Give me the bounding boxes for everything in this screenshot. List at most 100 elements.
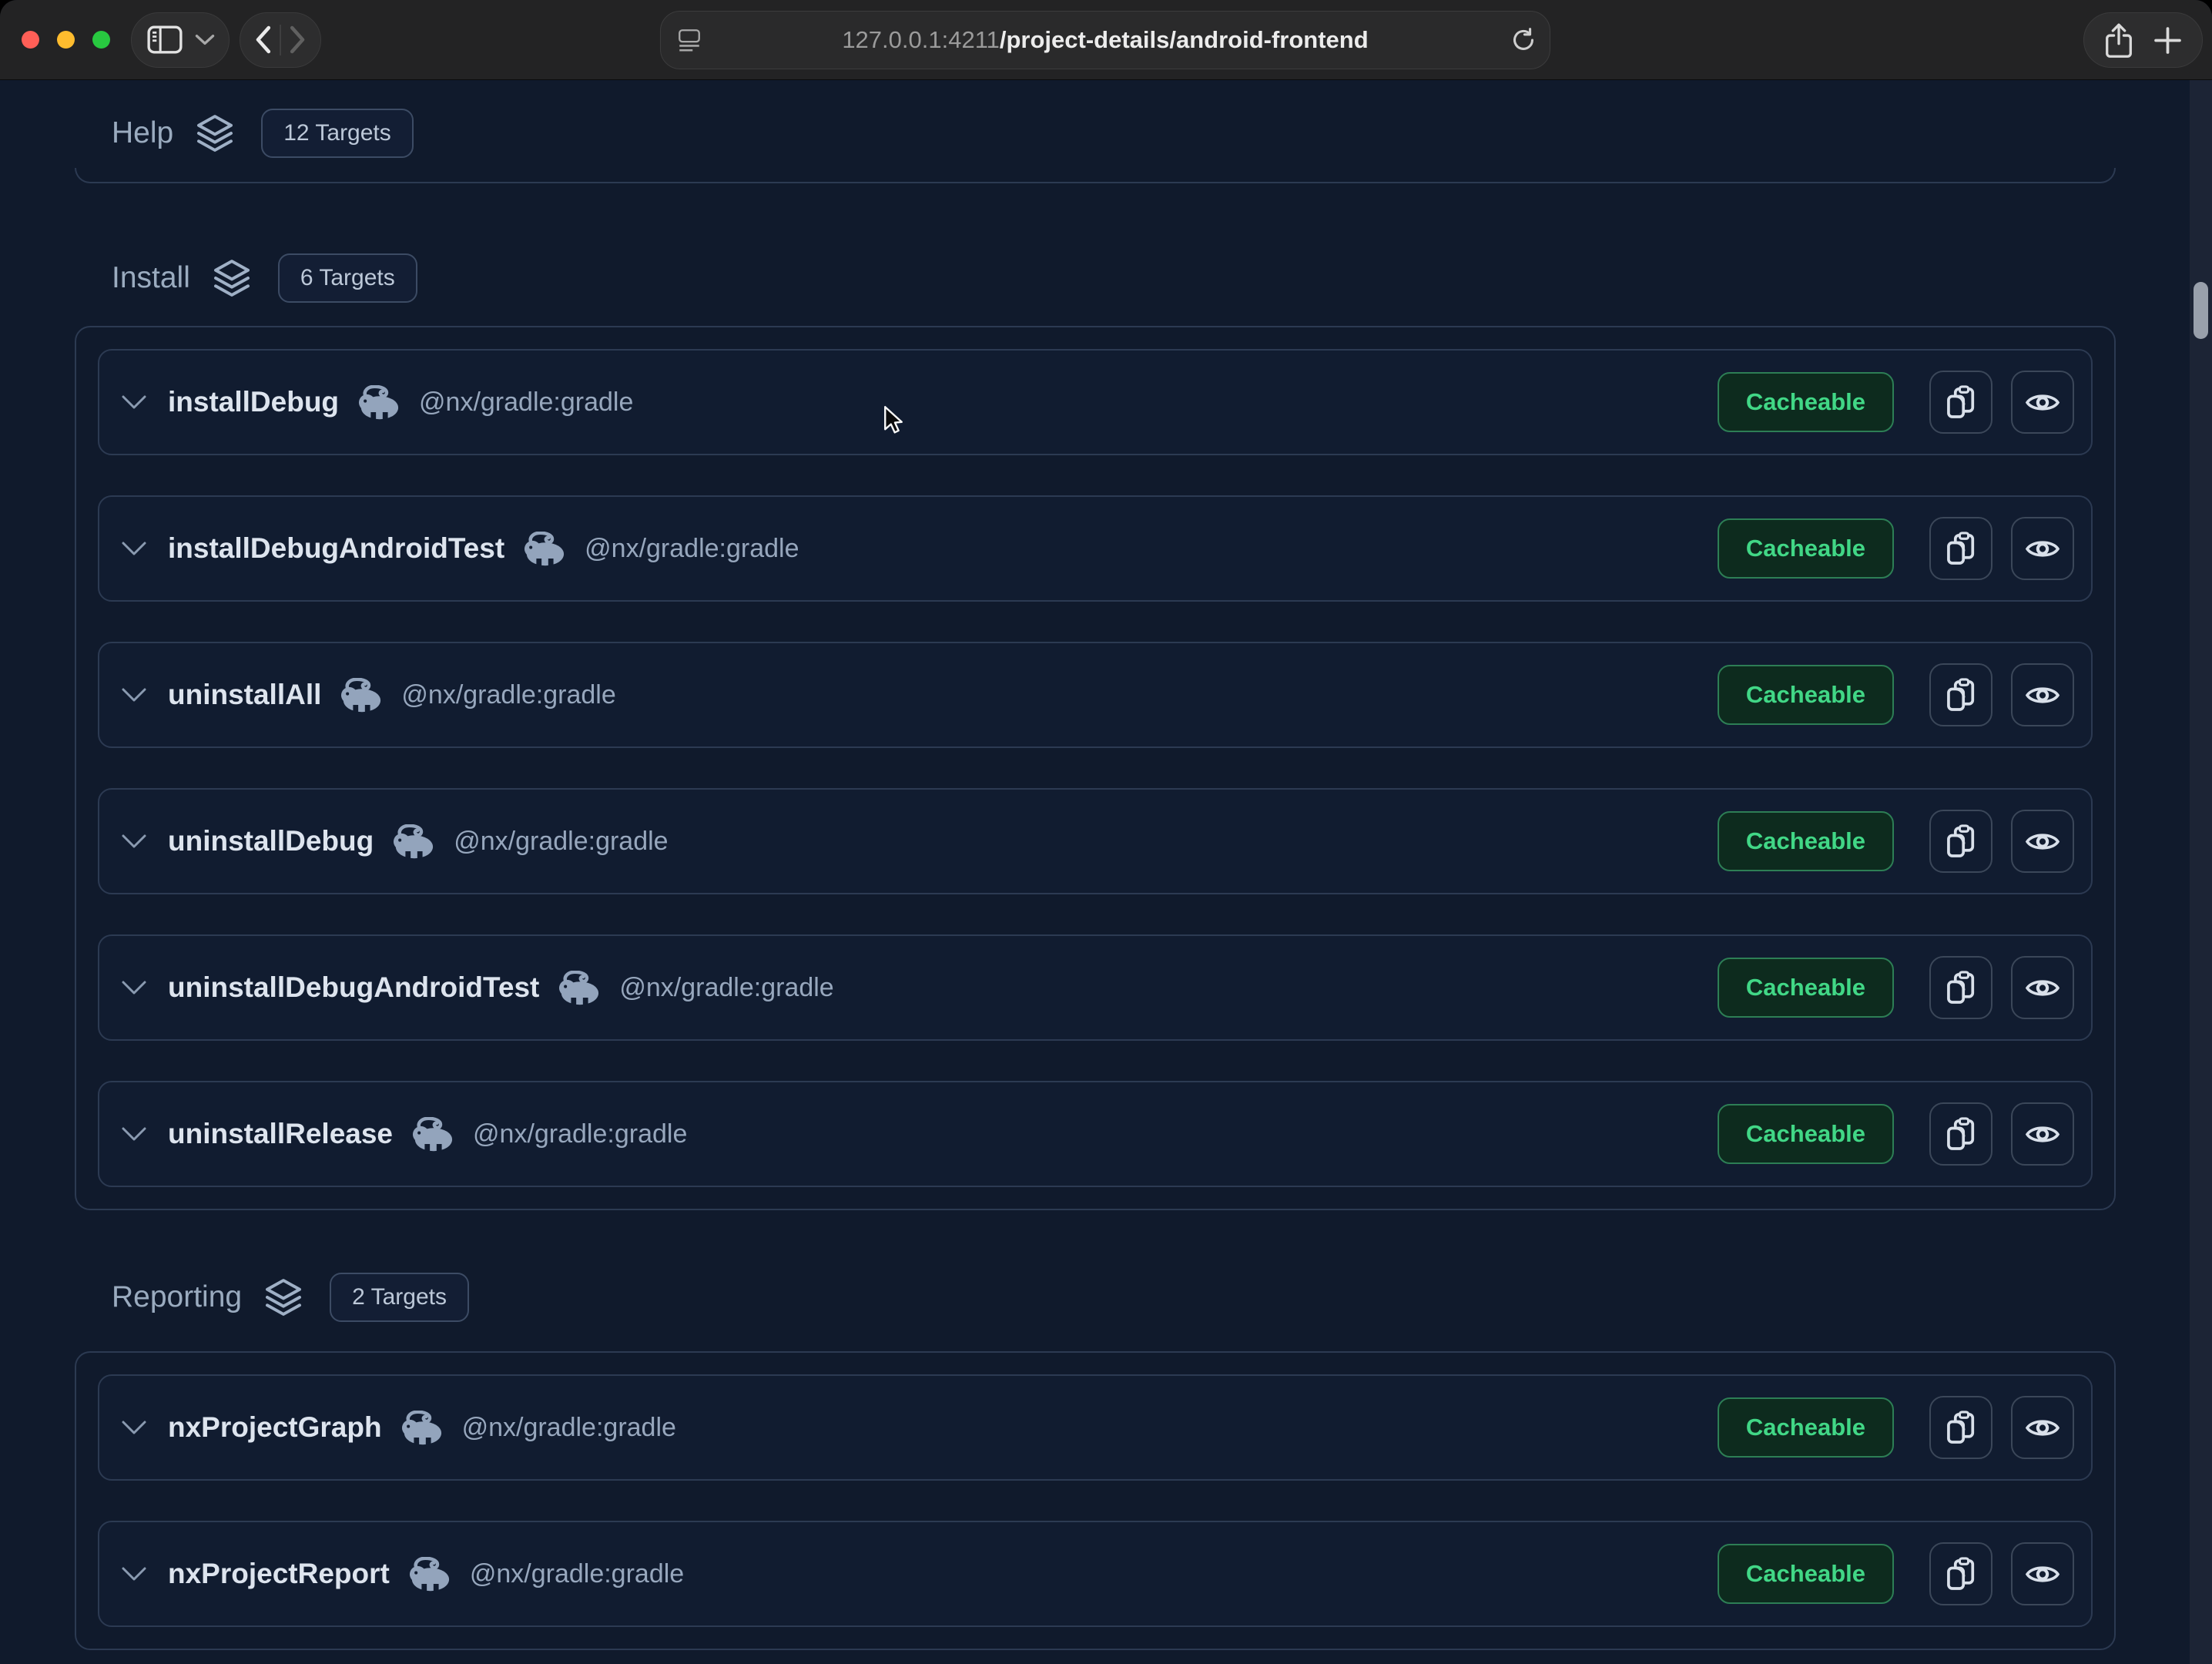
- forward-button[interactable]: [289, 25, 307, 55]
- share-icon: [2103, 22, 2134, 59]
- section-header-help: Help 12 Targets: [75, 109, 2116, 157]
- browser-window: 127.0.0.1:4211/project-details/android-f…: [0, 0, 2212, 1664]
- cacheable-badge: Cacheable: [1718, 518, 1894, 579]
- copy-task-button[interactable]: [1929, 1396, 1992, 1459]
- view-task-button[interactable]: [2011, 956, 2074, 1019]
- view-task-button[interactable]: [2011, 371, 2074, 434]
- chevron-down-icon[interactable]: [121, 980, 147, 995]
- target-row[interactable]: uninstallDebugAndroidTest @nx/gradle:gra…: [98, 934, 2093, 1041]
- target-row[interactable]: uninstallRelease @nx/gradle:gradle Cache…: [98, 1081, 2093, 1187]
- cacheable-badge: Cacheable: [1718, 958, 1894, 1018]
- chevron-down-icon[interactable]: [121, 541, 147, 556]
- reload-button[interactable]: [1510, 26, 1537, 54]
- clipboard-copy-icon: [1945, 1117, 1977, 1152]
- clipboard-copy-icon: [1945, 532, 1977, 566]
- eye-icon: [2025, 976, 2060, 1000]
- targets-group-reporting: nxProjectGraph @nx/gradle:gradle Cacheab…: [75, 1351, 2116, 1650]
- target-row[interactable]: installDebugAndroidTest @nx/gradle:gradl…: [98, 495, 2093, 602]
- clipboard-copy-icon: [1945, 1411, 1977, 1445]
- clipboard-copy-icon: [1945, 1557, 1977, 1592]
- targets-count-badge: 6 Targets: [278, 253, 417, 303]
- chevron-right-icon: [289, 25, 307, 55]
- target-name: uninstallAll: [168, 679, 321, 711]
- targets-count-badge: 12 Targets: [261, 109, 414, 158]
- target-row[interactable]: uninstallDebug @nx/gradle:gradle Cacheab…: [98, 788, 2093, 894]
- target-plugin: @nx/gradle:gradle: [470, 1559, 684, 1589]
- copy-task-button[interactable]: [1929, 1542, 1992, 1605]
- new-tab-button[interactable]: [2153, 25, 2183, 55]
- target-name: uninstallRelease: [168, 1118, 393, 1150]
- chevron-left-icon: [254, 25, 272, 55]
- zoom-window-button[interactable]: [92, 31, 110, 49]
- reload-icon: [1510, 26, 1537, 54]
- copy-task-button[interactable]: [1929, 1102, 1992, 1166]
- gradle-elephant-icon: [558, 971, 600, 1005]
- view-task-button[interactable]: [2011, 1542, 2074, 1605]
- copy-task-button[interactable]: [1929, 810, 1992, 873]
- target-row[interactable]: nxProjectGraph @nx/gradle:gradle Cacheab…: [98, 1374, 2093, 1481]
- cacheable-badge: Cacheable: [1718, 811, 1894, 871]
- back-button[interactable]: [254, 25, 272, 55]
- chevron-down-icon[interactable]: [121, 834, 147, 849]
- toolbar-actions: [2083, 12, 2203, 68]
- minimize-window-button[interactable]: [57, 31, 75, 49]
- url-text: 127.0.0.1:4211/project-details/android-f…: [661, 26, 1550, 54]
- target-plugin: @nx/gradle:gradle: [454, 827, 668, 857]
- cacheable-badge: Cacheable: [1718, 1104, 1894, 1164]
- eye-icon: [2025, 1122, 2060, 1146]
- history-navigation: [240, 12, 321, 68]
- gradle-elephant-icon: [524, 532, 565, 566]
- close-window-button[interactable]: [22, 31, 39, 49]
- project-details-page: Help 12 Targets Install 6 Targe: [0, 80, 2212, 1664]
- chevron-down-icon[interactable]: [121, 1126, 147, 1142]
- target-plugin: @nx/gradle:gradle: [401, 680, 615, 710]
- target-name: nxProjectGraph: [168, 1411, 382, 1444]
- layers-icon: [193, 112, 236, 155]
- section-title: Help: [112, 116, 173, 150]
- copy-task-button[interactable]: [1929, 663, 1992, 726]
- address-bar[interactable]: 127.0.0.1:4211/project-details/android-f…: [660, 11, 1550, 69]
- view-task-button[interactable]: [2011, 663, 2074, 726]
- chevron-down-icon[interactable]: [121, 394, 147, 410]
- eye-icon: [2025, 1416, 2060, 1440]
- copy-task-button[interactable]: [1929, 517, 1992, 580]
- share-button[interactable]: [2103, 22, 2134, 59]
- clipboard-copy-icon: [1945, 971, 1977, 1005]
- chevron-down-icon[interactable]: [121, 1566, 147, 1582]
- view-task-button[interactable]: [2011, 810, 2074, 873]
- divider: [280, 25, 281, 55]
- target-plugin: @nx/gradle:gradle: [619, 973, 833, 1003]
- target-plugin: @nx/gradle:gradle: [462, 1413, 676, 1443]
- view-task-button[interactable]: [2011, 517, 2074, 580]
- eye-icon: [2025, 830, 2060, 854]
- target-row[interactable]: nxProjectReport @nx/gradle:gradle Cachea…: [98, 1521, 2093, 1627]
- scrollbar-thumb[interactable]: [2194, 282, 2208, 339]
- sidebar-toggle[interactable]: [131, 12, 230, 68]
- chevron-down-icon[interactable]: [121, 1420, 147, 1435]
- view-task-button[interactable]: [2011, 1396, 2074, 1459]
- view-task-button[interactable]: [2011, 1102, 2074, 1166]
- clipboard-copy-icon: [1945, 385, 1977, 420]
- gradle-elephant-icon: [401, 1411, 443, 1445]
- target-plugin: @nx/gradle:gradle: [473, 1119, 687, 1149]
- target-row[interactable]: installDebug @nx/gradle:gradle Cacheable: [98, 349, 2093, 455]
- scrollbar-track[interactable]: [2190, 80, 2212, 1664]
- target-plugin: @nx/gradle:gradle: [419, 387, 633, 418]
- help-section-bottom-border: [75, 168, 2116, 183]
- chevron-down-icon[interactable]: [121, 687, 147, 703]
- copy-task-button[interactable]: [1929, 371, 1992, 434]
- layers-icon: [262, 1276, 305, 1319]
- target-row[interactable]: uninstallAll @nx/gradle:gradle Cacheable: [98, 642, 2093, 748]
- gradle-elephant-icon: [358, 385, 400, 420]
- targets-group-install: installDebug @nx/gradle:gradle Cacheable: [75, 326, 2116, 1210]
- gradle-elephant-icon: [409, 1557, 451, 1592]
- clipboard-copy-icon: [1945, 678, 1977, 713]
- target-name: uninstallDebugAndroidTest: [168, 971, 539, 1004]
- chevron-down-icon: [195, 34, 215, 45]
- target-name: installDebugAndroidTest: [168, 532, 504, 565]
- copy-task-button[interactable]: [1929, 956, 1992, 1019]
- url-path: /project-details/android-frontend: [1000, 26, 1369, 53]
- cacheable-badge: Cacheable: [1718, 1544, 1894, 1604]
- target-name: uninstallDebug: [168, 825, 374, 857]
- section-header-install: Install 6 Targets: [75, 254, 2116, 302]
